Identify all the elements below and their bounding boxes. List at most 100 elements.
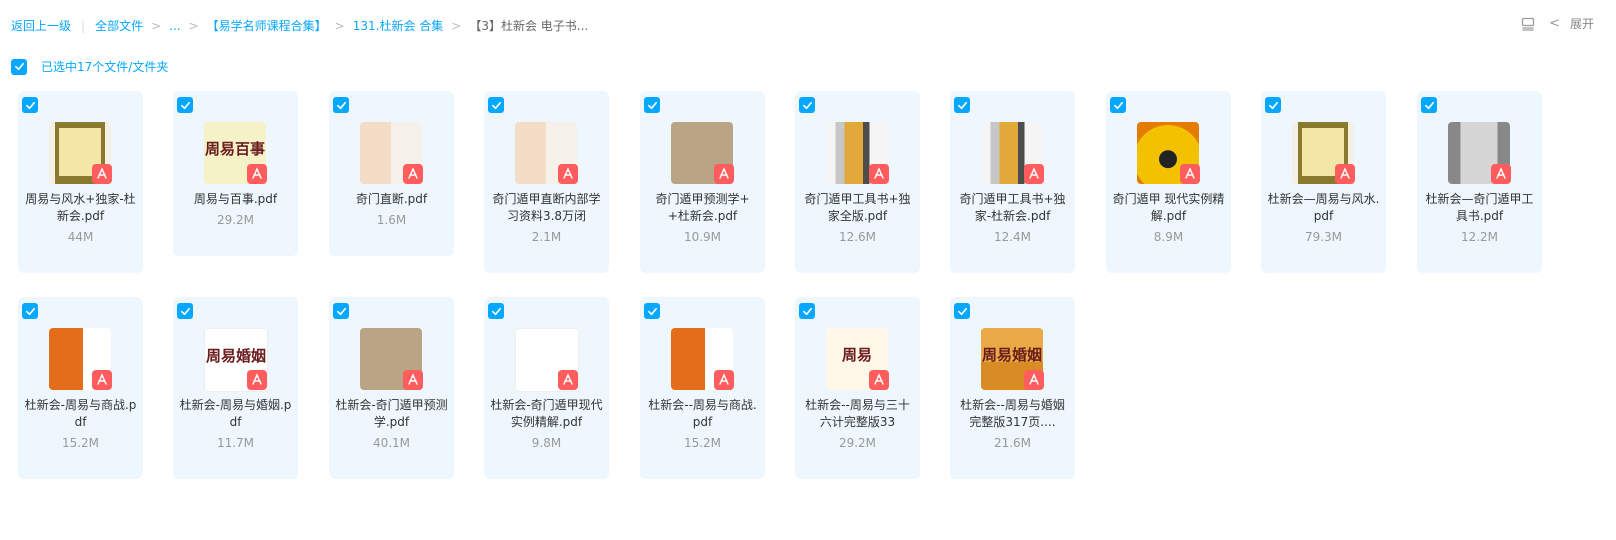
- file-name: 杜新会-奇门遁甲现代实例精解.pdf: [490, 398, 603, 429]
- file-size: 1.6M: [376, 213, 407, 227]
- check-icon: [1113, 101, 1123, 109]
- pdf-icon: [869, 370, 889, 390]
- file-name: 杜新会—奇门遁甲工具书.pdf: [1425, 192, 1534, 223]
- file-size: 12.6M: [838, 230, 877, 244]
- file-checkbox[interactable]: [1421, 97, 1437, 113]
- check-icon: [957, 101, 967, 109]
- file-card[interactable]: 杜新会-奇门遁甲现代实例精解.pdf 9.8M: [484, 297, 609, 479]
- file-size: 44M: [67, 230, 94, 244]
- file-checkbox[interactable]: [22, 303, 38, 319]
- pdf-icon: [403, 164, 423, 184]
- pdf-icon: [714, 164, 734, 184]
- select-all-checkbox[interactable]: [11, 58, 27, 75]
- file-name: 杜新会-奇门遁甲预测学.pdf: [335, 398, 448, 429]
- file-size: 12.4M: [993, 230, 1032, 244]
- pdf-icon: [403, 370, 423, 390]
- thumbnail-title: 周易婚姻: [205, 347, 266, 365]
- file-checkbox[interactable]: [1265, 97, 1281, 113]
- check-icon: [336, 101, 346, 109]
- file-checkbox[interactable]: [644, 97, 660, 113]
- file-card[interactable]: 周易与风水+独家-杜新会.pdf 44M: [18, 91, 143, 273]
- file-checkbox[interactable]: [954, 97, 970, 113]
- pdf-icon: [714, 370, 734, 390]
- file-checkbox[interactable]: [644, 303, 660, 319]
- file-name: 奇门遁甲直断内部学习资料3.8万闭: [492, 192, 601, 223]
- top-right-tools: < 展开: [1521, 15, 1594, 32]
- file-card[interactable]: 周易 杜新会--周易与三十六计完整版33 29.2M: [795, 297, 920, 479]
- file-card[interactable]: 杜新会—奇门遁甲工具书.pdf 12.2M: [1417, 91, 1542, 273]
- file-name: 杜新会-周易与商战.pdf: [24, 398, 137, 429]
- breadcrumb-ellipsis[interactable]: ...: [169, 19, 180, 33]
- file-checkbox[interactable]: [177, 97, 193, 113]
- file-checkbox[interactable]: [333, 97, 349, 113]
- file-card[interactable]: 杜新会-奇门遁甲预测学.pdf 40.1M: [329, 297, 454, 479]
- file-checkbox[interactable]: [488, 97, 504, 113]
- file-checkbox[interactable]: [177, 303, 193, 319]
- file-card[interactable]: 奇门遁甲预测学++杜新会.pdf 10.9M: [640, 91, 765, 273]
- chevron-right-icon: >: [151, 18, 162, 33]
- check-icon: [802, 101, 812, 109]
- file-card[interactable]: 杜新会--周易与商战.pdf 15.2M: [640, 297, 765, 479]
- file-size: 21.6M: [993, 436, 1032, 450]
- file-name: 杜新会—周易与风水.pdf: [1267, 192, 1380, 223]
- check-icon: [802, 307, 812, 315]
- file-size: 8.9M: [1153, 230, 1184, 244]
- pdf-icon: [1335, 164, 1355, 184]
- breadcrumb-folder[interactable]: 131.杜新会 合集: [353, 17, 444, 34]
- file-size: 40.1M: [372, 436, 411, 450]
- file-card[interactable]: 周易百事 周易与百事.pdf 29.2M: [173, 91, 298, 256]
- check-icon: [491, 101, 501, 109]
- chevron-right-icon: >: [188, 18, 199, 33]
- file-name: 杜新会--周易与三十六计完整版33: [805, 398, 910, 429]
- back-link[interactable]: 返回上一级: [11, 17, 71, 34]
- file-checkbox[interactable]: [333, 303, 349, 319]
- file-name: 奇门遁甲预测学++杜新会.pdf: [655, 192, 750, 223]
- file-size: 29.2M: [216, 213, 255, 227]
- file-card[interactable]: 奇门遁甲工具书+独家全版.pdf 12.6M: [795, 91, 920, 273]
- file-checkbox[interactable]: [1110, 97, 1126, 113]
- list-view-icon[interactable]: [1521, 17, 1535, 31]
- file-checkbox[interactable]: [22, 97, 38, 113]
- chevron-left-icon[interactable]: <: [1549, 16, 1560, 31]
- file-size: 15.2M: [683, 436, 722, 450]
- selection-bar: 已选中17个文件/文件夹: [11, 58, 168, 75]
- file-card[interactable]: 奇门遁甲 现代实例精解.pdf 8.9M: [1106, 91, 1231, 273]
- file-checkbox[interactable]: [799, 303, 815, 319]
- check-icon: [647, 101, 657, 109]
- file-size: 29.2M: [838, 436, 877, 450]
- file-card[interactable]: 周易婚姻 杜新会--周易与婚姻完整版317页.... 21.6M: [950, 297, 1075, 479]
- breadcrumb-divider: |: [81, 18, 86, 33]
- check-icon: [25, 307, 35, 315]
- file-size: 10.9M: [683, 230, 722, 244]
- expand-button[interactable]: 展开: [1570, 15, 1594, 32]
- thumbnail-title: 周易婚姻: [981, 346, 1042, 364]
- chevron-right-icon: >: [451, 18, 462, 33]
- file-card[interactable]: 杜新会-周易与商战.pdf 15.2M: [18, 297, 143, 479]
- file-checkbox[interactable]: [954, 303, 970, 319]
- file-size: 12.2M: [1460, 230, 1499, 244]
- file-name: 奇门遁甲 现代实例精解.pdf: [1112, 192, 1225, 223]
- file-size: 11.7M: [216, 436, 255, 450]
- file-size: 9.8M: [531, 436, 562, 450]
- file-card[interactable]: 杜新会—周易与风水.pdf 79.3M: [1261, 91, 1386, 273]
- file-name: 奇门直断.pdf: [355, 192, 428, 206]
- file-checkbox[interactable]: [488, 303, 504, 319]
- top-bar: 返回上一级 | 全部文件 > ... > 【易学名师课程合集】 > 131.杜新…: [0, 0, 1616, 50]
- file-name: 周易与百事.pdf: [193, 192, 278, 206]
- thumbnail-title: 周易: [841, 346, 872, 364]
- pdf-icon: [1180, 164, 1200, 184]
- breadcrumb-all-files[interactable]: 全部文件: [95, 17, 143, 34]
- file-card[interactable]: 周易婚姻 杜新会-周易与婚姻.pdf 11.7M: [173, 297, 298, 479]
- breadcrumb-collection[interactable]: 【易学名师课程合集】: [207, 17, 327, 34]
- file-card[interactable]: 奇门遁甲工具书+独家-杜新会.pdf 12.4M: [950, 91, 1075, 273]
- file-card[interactable]: 奇门直断.pdf 1.6M: [329, 91, 454, 256]
- file-checkbox[interactable]: [799, 97, 815, 113]
- file-name: 杜新会--周易与婚姻完整版317页....: [960, 398, 1065, 429]
- check-icon: [180, 101, 190, 109]
- check-icon: [180, 307, 190, 315]
- file-card[interactable]: 奇门遁甲直断内部学习资料3.8万闭 2.1M: [484, 91, 609, 273]
- file-name: 奇门遁甲工具书+独家-杜新会.pdf: [959, 192, 1066, 223]
- chevron-right-icon: >: [334, 18, 345, 33]
- pdf-icon: [558, 370, 578, 390]
- file-size: 15.2M: [61, 436, 100, 450]
